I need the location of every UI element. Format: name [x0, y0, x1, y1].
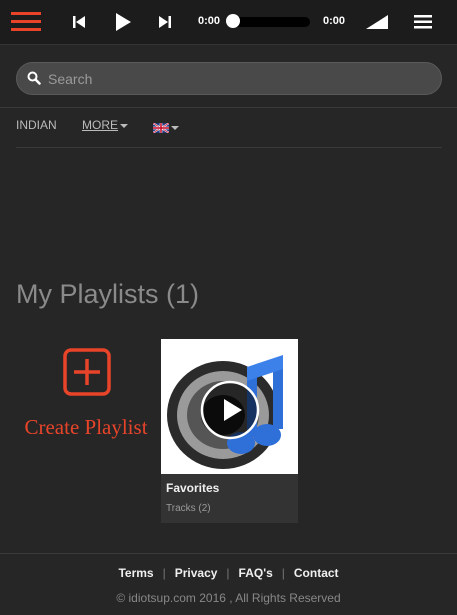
volume-button[interactable] [364, 10, 390, 34]
current-time: 0:00 [198, 15, 221, 27]
page-title: My Playlists (1) [16, 279, 200, 309]
playlist-track-count: Tracks (2) [166, 503, 211, 514]
footer-link-faq[interactable]: FAQ's [239, 566, 273, 580]
hamburger-line [11, 12, 41, 15]
previous-button[interactable] [66, 10, 92, 34]
nav-item-more[interactable]: MORE [82, 118, 128, 132]
nav-item-indian[interactable]: INDIAN [16, 118, 57, 132]
search-input[interactable] [16, 62, 442, 95]
create-playlist-label: Create Playlist [24, 415, 148, 439]
search-icon [27, 71, 41, 85]
copyright-text: © idiotsup.com 2016 , All Rights Reserve… [116, 591, 341, 605]
menu-button[interactable] [0, 0, 56, 44]
link-separator: | [226, 566, 230, 580]
footer-link-terms[interactable]: Terms [118, 566, 153, 580]
hamburger-line [11, 20, 41, 23]
create-playlist-button[interactable]: Create Playlist [16, 339, 156, 519]
seek-handle[interactable] [226, 14, 240, 28]
footer-link-privacy[interactable]: Privacy [175, 566, 218, 580]
playlist-cover-image [161, 339, 298, 474]
divider [0, 107, 457, 108]
search-box [16, 62, 442, 95]
chevron-down-icon [171, 125, 179, 130]
skip-back-icon [73, 16, 85, 28]
add-icon [63, 348, 111, 396]
total-time: 0:00 [323, 15, 346, 27]
link-separator: | [281, 566, 285, 580]
player-bar: 0:00 0:00 [0, 0, 457, 45]
play-overlay-icon[interactable] [200, 380, 260, 440]
play-icon [116, 13, 131, 31]
link-separator: | [162, 566, 166, 580]
divider [16, 147, 442, 148]
list-icon [414, 15, 432, 29]
uk-flag-icon [152, 122, 170, 134]
next-button[interactable] [152, 10, 178, 34]
footer-links: Terms | Privacy | FAQ's | Contact [0, 566, 457, 580]
chevron-down-icon [120, 123, 128, 128]
list-menu-button[interactable] [410, 10, 436, 34]
hamburger-line [11, 28, 41, 31]
skip-forward-icon [159, 16, 171, 28]
playlist-card[interactable]: Favorites Tracks (2) [161, 339, 298, 523]
language-selector[interactable] [152, 120, 179, 134]
seek-bar[interactable] [232, 17, 310, 27]
playlist-name: Favorites [166, 481, 220, 495]
footer: Terms | Privacy | FAQ's | Contact © idiotsup.c… [0, 553, 457, 615]
volume-icon [366, 15, 388, 29]
play-button[interactable] [110, 10, 136, 34]
footer-link-contact[interactable]: Contact [294, 566, 339, 580]
nav-more-label: MORE [82, 118, 118, 132]
